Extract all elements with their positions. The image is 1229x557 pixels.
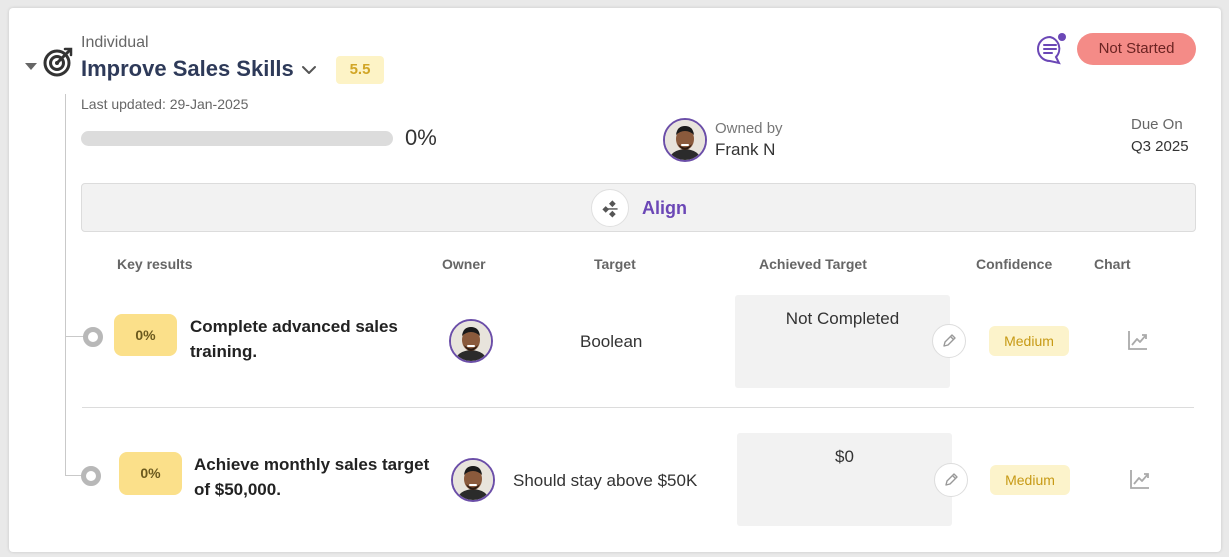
key-result-title[interactable]: Complete advanced sales training. (190, 314, 420, 364)
objective-progress-percent: 0% (405, 125, 437, 150)
align-button[interactable]: Align (81, 183, 1196, 232)
key-result-owner-avatar[interactable] (451, 458, 495, 502)
owner-avatar[interactable] (663, 118, 707, 162)
objective-score-badge: 5.5 (336, 56, 384, 84)
chevron-down-icon[interactable] (299, 60, 319, 80)
column-header-achieved-target: Achieved Target (759, 256, 867, 272)
objective-type-label: Individual (81, 34, 149, 51)
target-icon (43, 47, 73, 77)
key-result-achieved-value[interactable]: $0 (737, 433, 952, 526)
column-header-target: Target (594, 256, 636, 272)
objective-card: Individual Improve Sales Skills 5.5 Last… (9, 8, 1221, 552)
owned-by-label: Owned by (715, 120, 783, 137)
key-result-progress-badge: 0% (119, 452, 182, 495)
column-header-owner: Owner (442, 256, 486, 272)
status-badge[interactable]: Not Started (1077, 33, 1196, 65)
avatar-photo (453, 460, 493, 500)
avatar-photo (665, 120, 705, 160)
column-header-key-results: Key results (117, 256, 193, 272)
column-header-chart: Chart (1094, 256, 1131, 272)
objective-progress-bar (81, 131, 393, 146)
objective-title[interactable]: Improve Sales Skills (81, 56, 294, 82)
edit-achieved-button[interactable] (932, 324, 966, 358)
edit-icon (943, 334, 956, 347)
key-result-target: Should stay above $50K (513, 471, 698, 490)
key-result-title[interactable]: Achieve monthly sales target of $50,000. (194, 452, 434, 502)
confidence-badge[interactable]: Medium (990, 465, 1070, 495)
trend-chart-icon[interactable] (1128, 467, 1152, 491)
key-result-achieved-value[interactable]: Not Completed (735, 295, 950, 388)
row-divider (82, 407, 1194, 408)
key-result-target: Boolean (580, 332, 643, 351)
collapse-caret-icon[interactable] (25, 63, 37, 70)
due-on-value: Q3 2025 (1131, 138, 1189, 155)
align-label: Align (642, 198, 687, 218)
owner-name: Frank N (715, 140, 776, 159)
key-result-radio[interactable] (81, 466, 101, 486)
avatar-photo (451, 321, 491, 361)
edit-icon (945, 473, 958, 486)
due-on-label: Due On (1131, 116, 1183, 133)
confidence-badge[interactable]: Medium (989, 326, 1069, 356)
align-icon (591, 189, 629, 227)
last-updated-text: Last updated: 29-Jan-2025 (81, 96, 249, 112)
key-result-owner-avatar[interactable] (449, 319, 493, 363)
key-result-progress-badge: 0% (114, 314, 177, 356)
key-result-radio[interactable] (83, 327, 103, 347)
chat-icon[interactable] (1035, 32, 1069, 66)
column-header-confidence: Confidence (976, 256, 1053, 272)
edit-achieved-button[interactable] (934, 463, 968, 497)
align-icon-graphic (602, 200, 618, 218)
trend-chart-icon[interactable] (1126, 328, 1150, 352)
tree-connector (65, 94, 66, 476)
